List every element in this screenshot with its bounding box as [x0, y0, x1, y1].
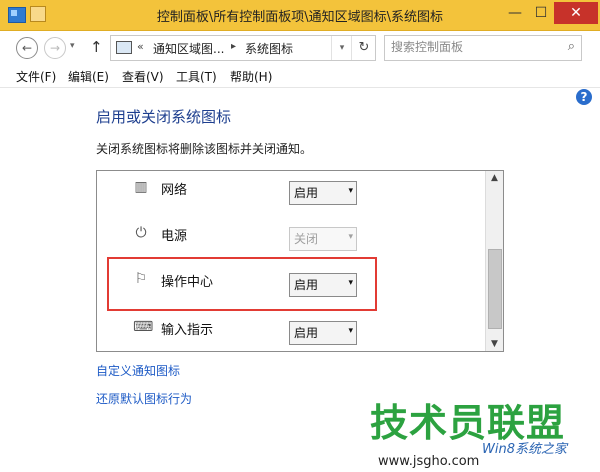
back-button[interactable]: ← — [16, 37, 38, 59]
address-dropdown-icon[interactable]: ▾ — [331, 36, 352, 60]
keyboard-icon: ⌨ — [133, 319, 154, 335]
menu-view[interactable]: 查看(V) — [122, 68, 164, 85]
search-input[interactable] — [391, 36, 551, 58]
chevron-down-icon: ▾ — [348, 186, 353, 196]
restore-default-icon-behaviors-link[interactable]: 还原默认图标行为 — [96, 390, 192, 407]
recent-locations-chevron-icon[interactable]: ▾ — [70, 41, 75, 51]
address-toolbar: ← → ▾ ↑ « 通知区域图... ▸ 系统图标 ▾ ↻ ⌕ — [0, 31, 600, 65]
select-value: 关闭 — [294, 232, 319, 246]
menu-tools[interactable]: 工具(T) — [176, 68, 217, 85]
watermark-subtitle: Win8系统之家 — [482, 442, 567, 457]
breadcrumb-item[interactable]: 系统图标 — [245, 40, 293, 57]
chevron-down-icon: ▾ — [348, 232, 353, 242]
breadcrumb-overflow[interactable]: « — [137, 40, 144, 53]
input-indicator-behavior-select[interactable]: 启用 ▾ — [289, 321, 357, 345]
site-watermark: 技术员联盟 Win8系统之家 www.jsgho.com — [370, 392, 600, 472]
main-content: ? 启用或关闭系统图标 关闭系统图标将删除该图标并关闭通知。 ▥ 网络 启用 ▾… — [0, 88, 600, 469]
list-scrollbar[interactable]: ▲ ▼ — [485, 171, 503, 351]
chevron-down-icon: ▾ — [348, 326, 353, 336]
power-behavior-select: 关闭 ▾ — [289, 227, 357, 251]
menu-file[interactable]: 文件(F) — [16, 68, 56, 85]
title-bar: 控制面板\所有控制面板项\通知区域图标\系统图标 — ☐ ✕ — [0, 0, 600, 31]
control-panel-location-icon — [116, 41, 132, 54]
select-value: 启用 — [294, 186, 319, 200]
menu-bar: 文件(F) 编辑(E) 查看(V) 工具(T) 帮助(H) — [0, 65, 600, 88]
help-icon[interactable]: ? — [576, 89, 592, 105]
scroll-up-icon[interactable]: ▲ — [486, 173, 503, 183]
select-value: 启用 — [294, 326, 319, 340]
scroll-thumb[interactable] — [488, 249, 502, 329]
search-icon[interactable]: ⌕ — [568, 39, 575, 54]
list-item: ▥ 网络 启用 ▾ — [97, 171, 485, 211]
page-description: 关闭系统图标将删除该图标并关闭通知。 — [96, 142, 313, 156]
maximize-button[interactable]: ☐ — [528, 2, 554, 24]
menu-edit[interactable]: 编辑(E) — [68, 68, 109, 85]
highlight-annotation — [107, 257, 377, 311]
refresh-icon[interactable]: ↻ — [351, 36, 376, 60]
forward-button[interactable]: → — [44, 37, 66, 59]
watermark-url: www.jsgho.com — [378, 454, 480, 469]
breadcrumb-separator-icon[interactable]: ▸ — [231, 41, 236, 52]
close-button[interactable]: ✕ — [554, 2, 598, 24]
list-item: ⏻ 电源 关闭 ▾ — [97, 217, 485, 257]
power-plug-icon: ⏻ — [135, 225, 147, 241]
row-label: 电源 — [161, 229, 188, 244]
page-title: 启用或关闭系统图标 — [96, 108, 232, 126]
address-bar[interactable]: « 通知区域图... ▸ 系统图标 ▾ ↻ — [110, 35, 376, 61]
minimize-button[interactable]: — — [502, 2, 528, 24]
network-behavior-select[interactable]: 启用 ▾ — [289, 181, 357, 205]
up-button[interactable]: ↑ — [90, 38, 103, 56]
network-icon: ▥ — [134, 179, 148, 195]
menu-help[interactable]: 帮助(H) — [230, 68, 272, 85]
search-box[interactable]: ⌕ — [384, 35, 582, 61]
list-item: ⌨ 输入指示 启用 ▾ — [97, 311, 485, 351]
breadcrumb-item[interactable]: 通知区域图... — [153, 40, 224, 57]
row-label: 网络 — [161, 183, 188, 198]
scroll-down-icon[interactable]: ▼ — [486, 339, 503, 349]
row-label: 输入指示 — [161, 323, 214, 338]
system-icons-list: ▥ 网络 启用 ▾ ⏻ 电源 关闭 ▾ ⚐ 操作中心 启用 ▾ ⌨ 输入指示 启… — [96, 170, 504, 352]
customize-notification-icons-link[interactable]: 自定义通知图标 — [96, 362, 180, 379]
